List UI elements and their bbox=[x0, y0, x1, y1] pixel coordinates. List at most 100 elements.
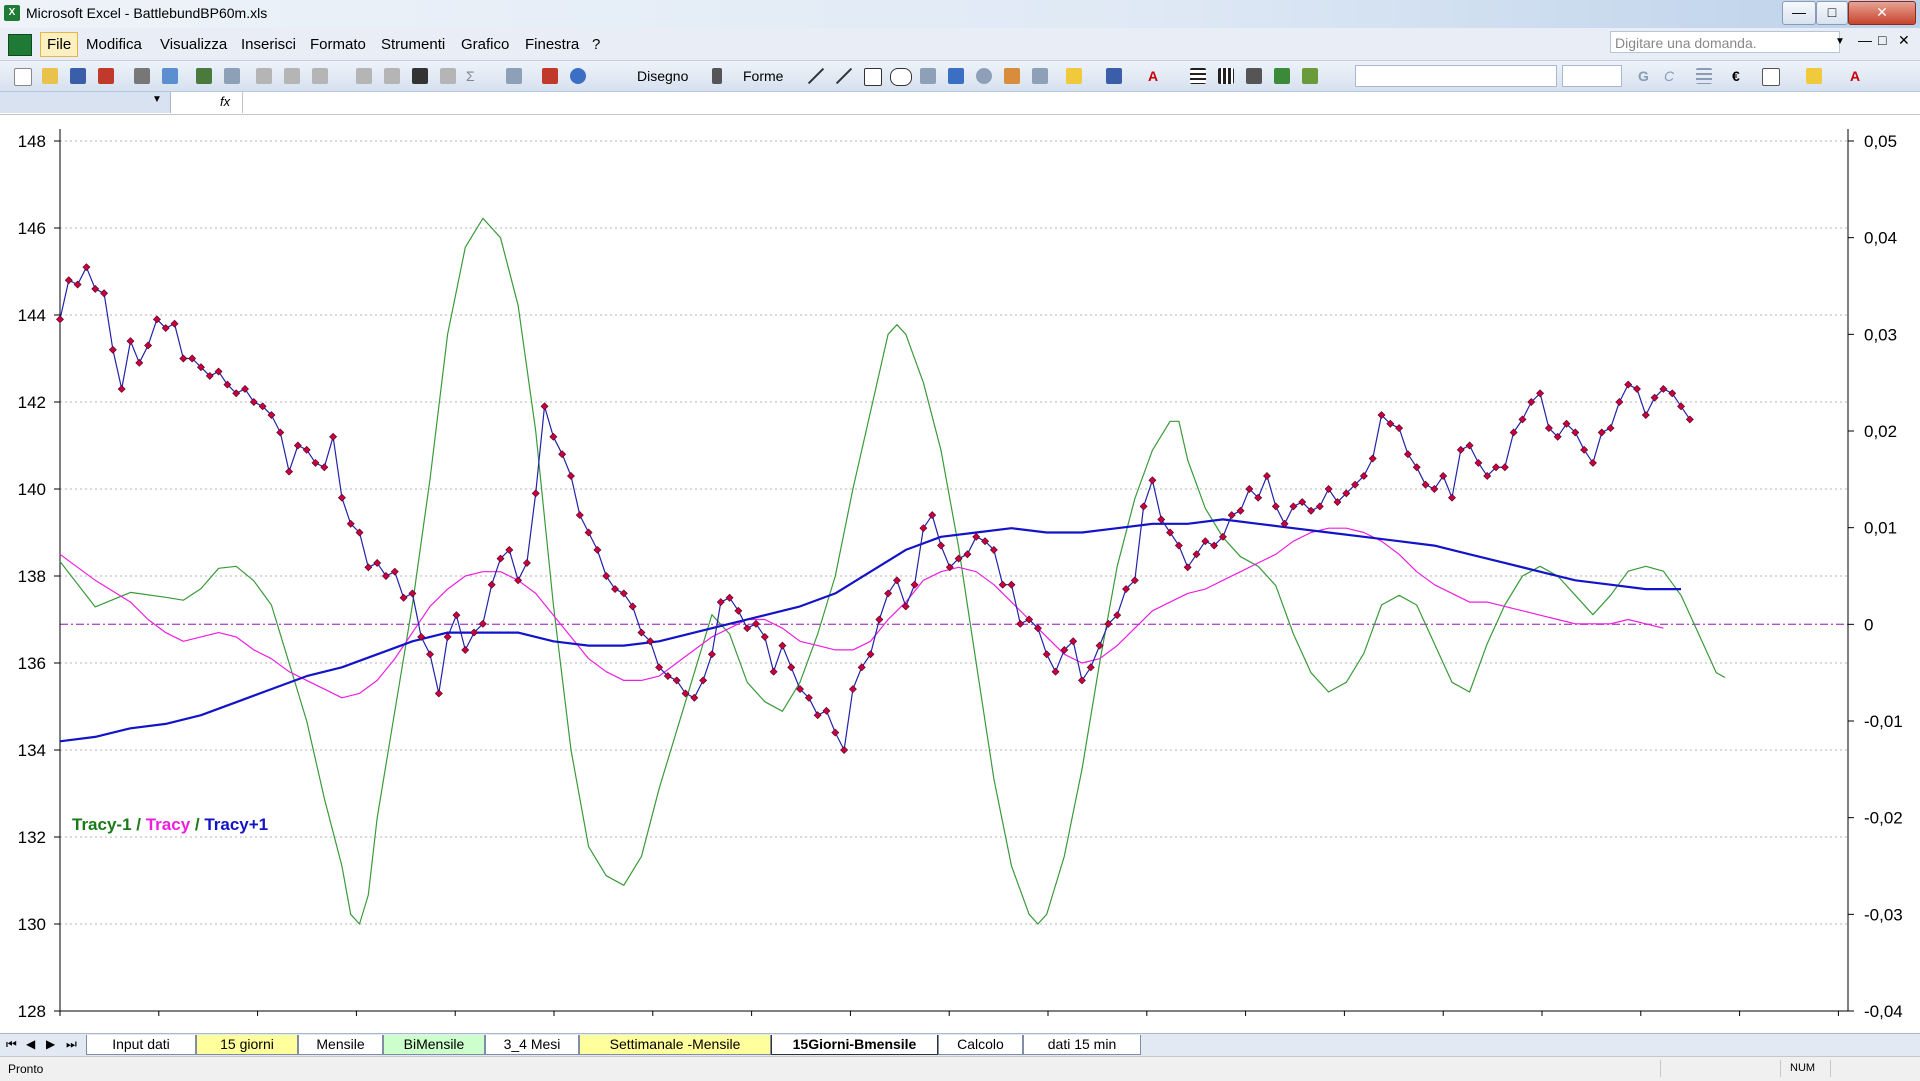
data-point[interactable] bbox=[734, 606, 743, 615]
cut-icon[interactable] bbox=[256, 68, 272, 84]
data-point[interactable] bbox=[884, 589, 893, 598]
data-point[interactable] bbox=[716, 598, 725, 607]
data-point[interactable] bbox=[108, 345, 117, 354]
undo-icon[interactable] bbox=[356, 68, 372, 84]
data-point[interactable] bbox=[1086, 663, 1095, 672]
doc-close-button[interactable]: ✕ bbox=[1898, 32, 1910, 49]
clipart-icon[interactable] bbox=[1004, 68, 1020, 84]
save-icon[interactable] bbox=[70, 68, 86, 84]
data-point[interactable] bbox=[1201, 537, 1210, 546]
line-color-icon[interactable] bbox=[1106, 68, 1122, 84]
wordart-icon[interactable] bbox=[948, 68, 964, 84]
data-point[interactable] bbox=[972, 532, 981, 541]
font-name-select[interactable] bbox=[1355, 65, 1557, 87]
align-icon[interactable] bbox=[1696, 68, 1712, 84]
data-point[interactable] bbox=[1271, 502, 1280, 511]
data-point[interactable] bbox=[919, 524, 928, 533]
data-point[interactable] bbox=[276, 428, 285, 437]
data-point[interactable] bbox=[100, 289, 109, 298]
help-icon[interactable] bbox=[570, 68, 586, 84]
data-point[interactable] bbox=[144, 341, 153, 350]
font-size-select[interactable] bbox=[1562, 65, 1622, 87]
legend-text[interactable]: Tracy-1 / Tracy / Tracy+1 bbox=[72, 815, 268, 834]
data-point[interactable] bbox=[82, 263, 91, 272]
data-point[interactable] bbox=[937, 541, 945, 550]
data-point[interactable] bbox=[840, 746, 849, 754]
data-point[interactable] bbox=[848, 685, 857, 694]
diagram-icon[interactable] bbox=[976, 68, 992, 84]
data-point[interactable] bbox=[285, 467, 294, 476]
data-point[interactable] bbox=[73, 280, 82, 289]
sheet-tab[interactable]: 15 giorni bbox=[196, 1035, 298, 1055]
data-point[interactable] bbox=[249, 398, 258, 406]
sheet-tab[interactable]: Calcolo bbox=[938, 1035, 1023, 1055]
data-point[interactable] bbox=[725, 593, 734, 602]
print-preview-icon[interactable] bbox=[162, 68, 178, 84]
data-point[interactable] bbox=[1042, 650, 1051, 659]
data-point[interactable] bbox=[241, 384, 249, 393]
dash-style-icon[interactable] bbox=[1218, 68, 1234, 84]
new-icon[interactable] bbox=[14, 68, 32, 86]
data-point[interactable] bbox=[1430, 485, 1439, 493]
data-point[interactable] bbox=[857, 663, 866, 672]
currency-button[interactable]: € bbox=[1732, 68, 1740, 84]
rectangle-icon[interactable] bbox=[864, 68, 882, 86]
data-point[interactable] bbox=[311, 458, 320, 467]
data-point[interactable] bbox=[1078, 676, 1086, 685]
series-line[interactable] bbox=[59, 527, 1664, 699]
data-point[interactable] bbox=[382, 572, 390, 580]
data-point[interactable] bbox=[1474, 458, 1483, 467]
menu-strumenti[interactable]: Strumenti bbox=[381, 36, 445, 53]
data-point[interactable] bbox=[1368, 454, 1377, 463]
data-point[interactable] bbox=[813, 711, 822, 720]
data-point[interactable] bbox=[707, 650, 716, 659]
data-point[interactable] bbox=[1174, 541, 1183, 550]
data-point[interactable] bbox=[91, 284, 100, 293]
sheet-tab[interactable]: Settimanale -Mensile bbox=[579, 1035, 771, 1055]
data-point[interactable] bbox=[699, 676, 708, 685]
ask-dropdown-icon[interactable]: ▼ bbox=[1835, 36, 1845, 47]
data-point[interactable] bbox=[540, 402, 549, 411]
font-color-drawing-icon[interactable]: A bbox=[1148, 68, 1158, 84]
data-point[interactable] bbox=[126, 337, 135, 346]
data-point[interactable] bbox=[593, 545, 602, 554]
data-point[interactable] bbox=[602, 572, 611, 580]
prev-sheet-button[interactable]: ◀ bbox=[26, 1037, 35, 1051]
data-point[interactable] bbox=[1412, 463, 1421, 472]
fill-color-format-icon[interactable] bbox=[1806, 68, 1822, 84]
excel-app-icon[interactable]: X bbox=[4, 5, 20, 21]
print-icon[interactable] bbox=[134, 68, 150, 84]
menu-file[interactable]: File bbox=[40, 32, 79, 57]
data-point[interactable] bbox=[690, 693, 699, 702]
sheet-tab[interactable]: 15Giorni-Bmensile bbox=[771, 1035, 938, 1055]
data-point[interactable] bbox=[1456, 445, 1465, 454]
data-point[interactable] bbox=[390, 567, 399, 576]
data-point[interactable] bbox=[760, 632, 769, 641]
data-point[interactable] bbox=[875, 615, 884, 624]
data-point[interactable] bbox=[831, 728, 840, 737]
data-point[interactable] bbox=[1166, 528, 1175, 537]
minimize-button[interactable]: — bbox=[1782, 1, 1816, 25]
data-point[interactable] bbox=[531, 489, 540, 498]
data-point[interactable] bbox=[1289, 502, 1298, 511]
fill-color-icon[interactable] bbox=[1066, 68, 1082, 84]
data-point[interactable] bbox=[1157, 515, 1166, 524]
menu-formato[interactable]: Formato bbox=[310, 36, 366, 53]
chart-wizard-icon[interactable] bbox=[542, 68, 558, 84]
menu-finestra[interactable]: Finestra bbox=[525, 36, 579, 53]
data-point[interactable] bbox=[1624, 380, 1633, 389]
textbox-icon[interactable] bbox=[920, 68, 936, 84]
doc-minimize-button[interactable]: — bbox=[1858, 32, 1872, 48]
italic-button[interactable]: C bbox=[1664, 68, 1674, 84]
data-point[interactable] bbox=[1007, 580, 1016, 589]
data-point[interactable] bbox=[778, 641, 787, 650]
data-point[interactable] bbox=[567, 471, 575, 480]
shadow-icon[interactable] bbox=[1274, 68, 1290, 84]
data-point[interactable] bbox=[558, 450, 567, 459]
data-point[interactable] bbox=[487, 580, 496, 589]
data-point[interactable] bbox=[170, 319, 179, 328]
maximize-button[interactable]: □ bbox=[1816, 1, 1848, 25]
formula-input[interactable] bbox=[242, 92, 1920, 113]
data-point[interactable] bbox=[1016, 619, 1025, 628]
data-point[interactable] bbox=[1448, 493, 1456, 502]
